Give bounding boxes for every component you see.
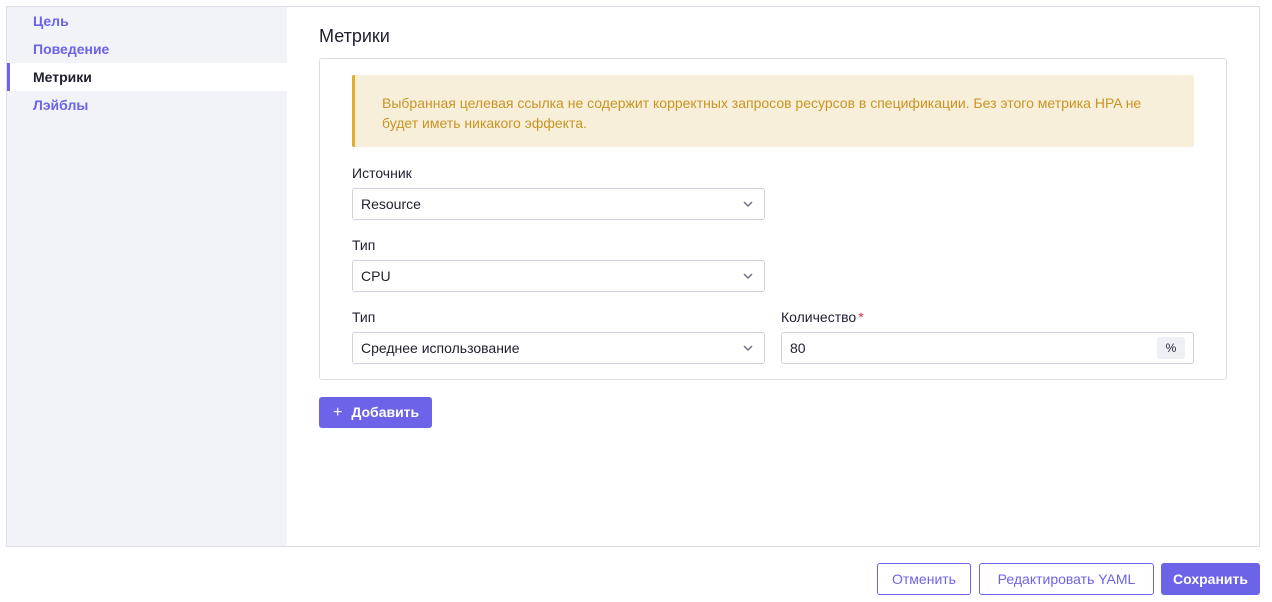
add-metric-label: Добавить [351,404,420,420]
sidebar-item-metrics[interactable]: Метрики [7,63,287,91]
target-type-label: Тип [352,309,376,325]
chevron-down-icon [743,345,753,351]
target-type-select-value: Среднее использование [361,340,520,356]
quantity-label: Количество * [781,309,864,325]
type-label: Тип [352,237,376,253]
source-select[interactable]: Resource [352,188,765,220]
chevron-down-icon [743,201,753,207]
percent-suffix: % [1157,337,1185,359]
plus-icon: + [333,404,343,421]
metric-card: Выбранная целевая ссылка не содержит кор… [319,58,1227,380]
edit-yaml-button[interactable]: Редактировать YAML [979,563,1154,595]
type-select[interactable]: CPU [352,260,765,292]
required-mark: * [858,309,864,325]
warning-banner: Выбранная целевая ссылка не содержит кор… [352,75,1194,147]
quantity-input-value: 80 [790,340,806,356]
source-select-value: Resource [361,196,421,212]
save-button[interactable]: Сохранить [1161,563,1260,595]
quantity-label-text: Количество [781,309,857,325]
target-type-select[interactable]: Среднее использование [352,332,765,364]
section-title: Метрики [319,26,390,46]
type-select-value: CPU [361,268,391,284]
sidebar-item-labels[interactable]: Лэйблы [7,91,287,119]
cancel-button[interactable]: Отменить [877,563,971,595]
sidebar-item-behavior[interactable]: Поведение [7,35,287,63]
add-metric-button[interactable]: + Добавить [319,397,432,428]
sidebar-item-target[interactable]: Цель [7,7,287,35]
chevron-down-icon [743,273,753,279]
quantity-input[interactable]: 80 % [781,332,1194,364]
source-label: Источник [352,165,412,181]
sidebar-nav: Цель Поведение Метрики Лэйблы [7,7,287,546]
form-frame: Цель Поведение Метрики Лэйблы Метрики Вы… [6,6,1260,547]
